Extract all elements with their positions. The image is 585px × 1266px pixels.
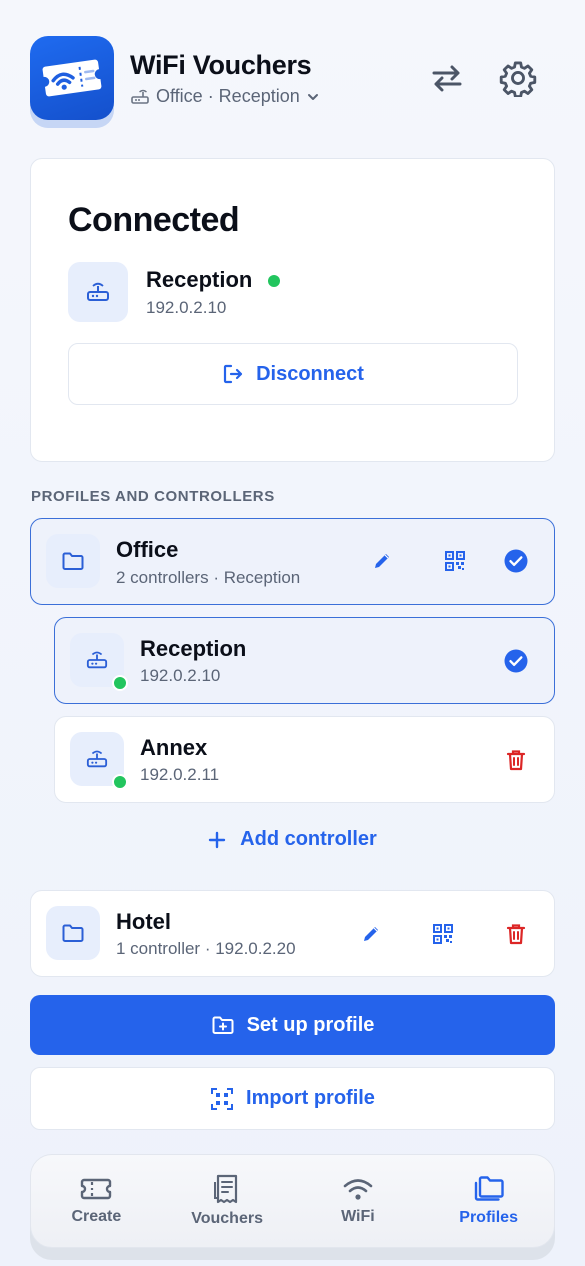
app-title: WiFi Vouchers — [130, 50, 312, 80]
trash-icon — [506, 750, 526, 771]
import-profile-label: Import profile — [246, 1087, 375, 1109]
receipt-icon — [214, 1174, 238, 1204]
profile-subtitle: 2 controllers · Reception — [116, 568, 301, 587]
setup-profile-button[interactable]: Set up profile — [30, 995, 555, 1055]
profile-card-office[interactable]: Office 2 controllers · Reception — [30, 518, 555, 605]
edit-profile-button[interactable] — [351, 914, 391, 954]
qr-code-button[interactable] — [435, 541, 475, 581]
controller-tile — [70, 732, 128, 790]
tab-label: Profiles — [459, 1209, 518, 1226]
import-profile-button[interactable]: Import profile — [30, 1067, 555, 1130]
controller-name: Annex — [140, 735, 208, 760]
qr-scan-icon — [211, 1087, 234, 1110]
tab-profiles[interactable]: Profiles — [423, 1155, 554, 1247]
controller-ip: 192.0.2.10 — [140, 666, 221, 685]
swap-icon — [432, 65, 462, 92]
online-indicator — [112, 675, 128, 691]
profile-path: Office · Reception — [156, 86, 300, 106]
disconnect-button[interactable]: Disconnect — [68, 343, 518, 405]
qr-code-button[interactable] — [423, 914, 463, 954]
router-icon — [87, 282, 109, 301]
tab-create[interactable]: Create — [31, 1155, 162, 1247]
router-icon — [86, 750, 108, 768]
pencil-icon — [364, 927, 378, 941]
pencil-icon — [375, 554, 389, 568]
online-indicator — [112, 774, 128, 790]
logout-icon — [223, 364, 243, 384]
controller-name: Reception — [140, 636, 247, 661]
online-indicator — [268, 275, 280, 287]
add-controller-button[interactable]: Add controller — [0, 828, 585, 851]
profile-name: Office — [116, 537, 179, 562]
gear-icon — [499, 61, 537, 97]
tab-label: Create — [71, 1208, 122, 1225]
qr-code-icon — [433, 924, 453, 944]
qr-code-icon — [445, 551, 465, 571]
folder-icon — [62, 552, 84, 570]
ticket-wifi-icon — [42, 59, 102, 97]
tab-label: Vouchers — [191, 1210, 263, 1227]
ticket-icon — [81, 1178, 112, 1200]
tab-vouchers[interactable]: Vouchers — [162, 1155, 293, 1247]
tab-wifi[interactable]: WiFi — [293, 1155, 424, 1247]
chevron-down-icon — [307, 93, 318, 100]
wifi-icon — [343, 1179, 373, 1200]
controller-card-reception[interactable]: Reception 192.0.2.10 — [54, 617, 555, 704]
router-icon — [131, 89, 149, 104]
connection-status: Connected — [68, 201, 240, 239]
setup-profile-label: Set up profile — [246, 1013, 375, 1036]
controller-ip: 192.0.2.11 — [140, 765, 220, 784]
profile-card-hotel[interactable]: Hotel 1 controller · 192.0.2.20 — [30, 890, 555, 977]
section-label: PROFILES AND CONTROLLERS — [31, 488, 275, 505]
profile-name: Hotel — [116, 909, 171, 934]
delete-profile-button[interactable] — [496, 914, 536, 954]
folder-icon — [62, 924, 84, 942]
selected-check-icon — [496, 541, 536, 581]
profile-switcher[interactable]: Office · Reception — [130, 86, 320, 107]
bottom-tab-bar: Create Vouchers WiFi Profiles — [30, 1154, 555, 1248]
selected-check-icon — [496, 641, 536, 681]
edit-profile-button[interactable] — [362, 541, 402, 581]
swap-button[interactable] — [425, 56, 469, 100]
profile-subtitle: 1 controller · 192.0.2.20 — [116, 939, 296, 958]
router-icon — [86, 651, 108, 669]
folder-tile — [46, 906, 100, 960]
add-controller-label: Add controller — [240, 828, 377, 850]
disconnect-label: Disconnect — [256, 362, 364, 385]
controller-card-annex[interactable]: Annex 192.0.2.11 — [54, 716, 555, 803]
controller-tile — [70, 633, 128, 691]
controller-tile — [68, 262, 128, 322]
connected-controller-name: Reception — [146, 267, 253, 292]
trash-icon — [506, 924, 526, 945]
settings-button[interactable] — [496, 56, 540, 100]
delete-controller-button[interactable] — [496, 740, 536, 780]
app-logo — [30, 36, 114, 128]
plus-icon — [208, 831, 226, 848]
connection-card: Connected Reception 192.0.2.10 Disconnec… — [30, 158, 555, 462]
folder-plus-icon — [212, 1016, 234, 1034]
folders-icon — [474, 1176, 504, 1201]
folder-tile — [46, 534, 100, 588]
connected-controller-ip: 192.0.2.10 — [146, 298, 227, 317]
tab-label: WiFi — [341, 1208, 375, 1225]
